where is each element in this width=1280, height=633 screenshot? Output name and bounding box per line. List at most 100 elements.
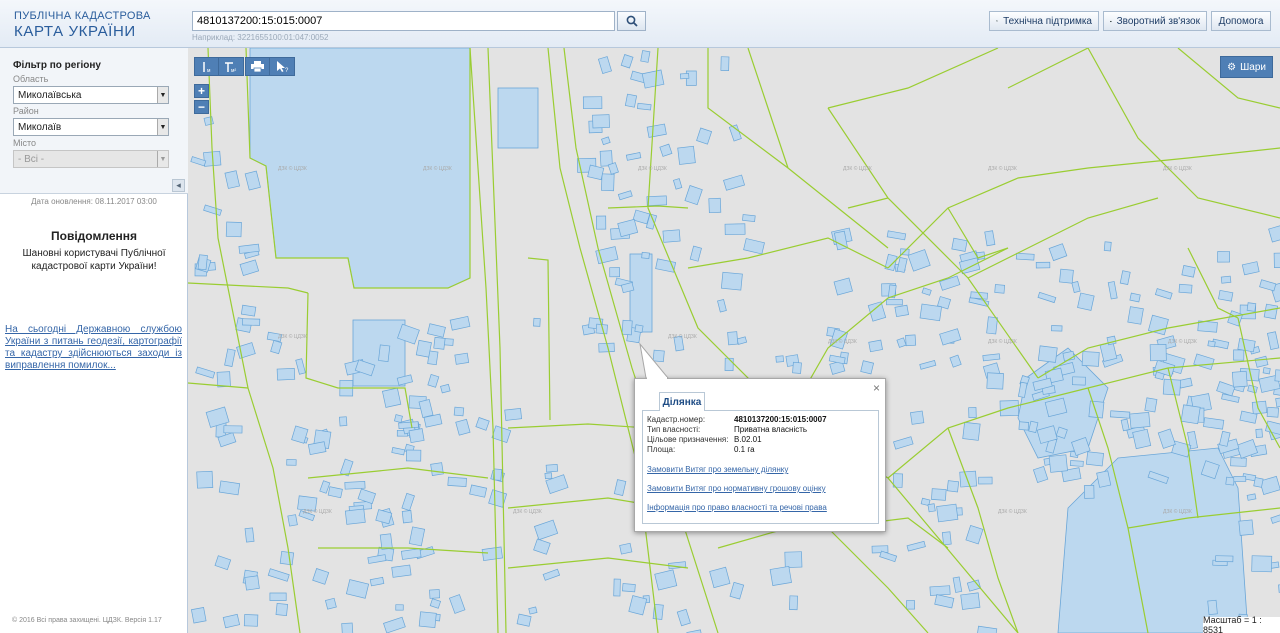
city-select: - Всі - ▼	[13, 150, 169, 168]
building-footprint	[504, 407, 523, 421]
building-footprint	[1253, 477, 1264, 488]
building-footprint	[1018, 421, 1030, 431]
help-button[interactable]: Допомога	[1211, 11, 1271, 31]
building-footprint	[1083, 485, 1095, 499]
tab-parcel[interactable]: Ділянка	[659, 392, 705, 411]
building-footprint	[1144, 397, 1158, 413]
building-footprint	[1237, 338, 1256, 353]
building-footprint	[1263, 303, 1279, 320]
building-footprint	[986, 372, 1004, 390]
building-footprint	[860, 360, 875, 375]
svg-text:?: ?	[285, 68, 289, 73]
tech-support-button[interactable]: Технічна підтримка	[989, 11, 1099, 31]
zoom-out-button[interactable]: −	[194, 100, 209, 114]
building-footprint	[216, 371, 231, 388]
building-footprint	[405, 449, 422, 462]
building-footprint	[1207, 340, 1216, 348]
building-footprint	[190, 607, 207, 624]
building-footprint	[727, 331, 739, 346]
map-tools: ?	[245, 57, 295, 76]
filter-title: Фільтр по регіону	[13, 60, 101, 71]
building-footprint	[1231, 370, 1248, 388]
building-footprint	[341, 622, 354, 633]
logo-line2: КАРТА УКРАЇНИ	[14, 23, 136, 40]
building-footprint	[1233, 349, 1245, 361]
printer-icon	[251, 61, 264, 72]
identify-button[interactable]: ?	[270, 58, 294, 75]
row-value: В.02.01	[734, 435, 762, 444]
close-icon[interactable]: ×	[873, 381, 880, 395]
building-footprint	[986, 316, 998, 335]
search-box	[192, 11, 646, 31]
svg-text:м²: м²	[231, 68, 236, 73]
building-footprint	[433, 336, 446, 350]
building-footprint	[401, 510, 413, 524]
building-footprint	[641, 251, 650, 260]
map-watermark: ДЗК © ЦДЗК	[668, 333, 697, 340]
building-footprint	[391, 564, 412, 578]
building-footprint	[1129, 292, 1141, 303]
building-footprint	[906, 600, 915, 610]
gear-icon: ⚙	[1227, 61, 1237, 73]
cadastral-map-layer[interactable]: ДЗК © ЦДЗК ДЗК © ЦДЗК ДЗК © ЦДЗК ДЗК © ЦДЗК…	[188, 48, 1280, 633]
building-footprint	[203, 116, 214, 126]
building-footprint	[587, 164, 605, 181]
region-value: Миколаївська	[18, 89, 82, 101]
building-footprint	[447, 476, 467, 488]
site-logo[interactable]: ПУБЛІЧНА КАДАСТРОВА КАРТА УКРАЇНИ	[14, 11, 151, 40]
building-footprint	[720, 271, 743, 291]
building-footprint	[418, 611, 437, 628]
search-button[interactable]	[617, 11, 646, 31]
ownership-info-link[interactable]: Інформація про право власності та речові…	[647, 503, 827, 512]
zoom-in-button[interactable]: +	[194, 84, 209, 98]
feedback-button[interactable]: Зворотний зв'язок	[1103, 11, 1207, 31]
feedback-label: Зворотний зв'язок	[1116, 15, 1200, 27]
building-footprint	[951, 237, 968, 252]
building-footprint	[1262, 367, 1271, 375]
layers-button[interactable]: ⚙ Шари	[1220, 56, 1273, 78]
order-valuation-extract-link[interactable]: Замовити Витяг про нормативну грошову оц…	[647, 484, 826, 493]
building-footprint	[287, 514, 298, 527]
print-button[interactable]	[246, 58, 270, 75]
building-footprint	[1220, 275, 1232, 284]
chevron-down-icon: ▼	[157, 119, 168, 135]
building-footprint	[1081, 351, 1100, 367]
notice-body: Шановні користувачі Публічної кадастрово…	[22, 248, 166, 272]
row-value: 0.1 га	[734, 445, 755, 454]
building-footprint	[592, 114, 610, 129]
building-footprint	[1110, 410, 1131, 419]
building-footprint	[276, 367, 296, 381]
parcel-info-popup: × Ділянка Кадастр.номер: 4810137200:15:0…	[634, 342, 886, 532]
building-footprint	[784, 551, 803, 568]
building-footprint	[1274, 369, 1280, 383]
parcel-details: Кадастр.номер: 4810137200:15:015:0007 Ти…	[642, 410, 879, 524]
map-watermark: ДЗК © ЦДЗК	[303, 508, 332, 515]
region-select[interactable]: Миколаївська ▼	[13, 86, 169, 104]
map-watermark: ДЗК © ЦДЗК	[988, 338, 1017, 345]
building-footprint	[481, 546, 503, 561]
building-footprint	[286, 459, 297, 466]
row-label: Цільове призначення:	[647, 435, 729, 444]
map-watermark: ДЗК © ЦДЗК	[1168, 338, 1197, 345]
building-footprint	[742, 214, 756, 223]
cadastral-search-input[interactable]	[192, 11, 615, 31]
building-footprint	[941, 531, 952, 546]
building-footprint	[1181, 264, 1196, 278]
collapse-sidebar-button[interactable]: ◂	[172, 179, 185, 192]
map-watermark: ДЗК © ЦДЗК	[278, 333, 307, 340]
building-footprint	[1246, 493, 1257, 501]
district-label: Район	[13, 106, 39, 116]
building-footprint	[1127, 306, 1144, 325]
measure-distance-button[interactable]: м	[195, 58, 219, 75]
building-footprint	[905, 334, 917, 347]
measure-area-button[interactable]: м²	[219, 58, 243, 75]
order-parcel-extract-link[interactable]: Замовити Витяг про земельну ділянку	[647, 465, 788, 474]
building-footprint	[244, 527, 255, 543]
district-select[interactable]: Миколаїв ▼	[13, 118, 169, 136]
building-footprint	[1230, 457, 1247, 467]
map-canvas[interactable]: ДЗК © ЦДЗК ДЗК © ЦДЗК ДЗК © ЦДЗК ДЗК © ЦДЗК…	[188, 48, 1280, 633]
building-footprint	[962, 421, 981, 441]
building-footprint	[662, 229, 681, 243]
building-footprint	[769, 565, 792, 586]
notice-link[interactable]: На сьогодні Державною службою України з …	[5, 324, 182, 372]
